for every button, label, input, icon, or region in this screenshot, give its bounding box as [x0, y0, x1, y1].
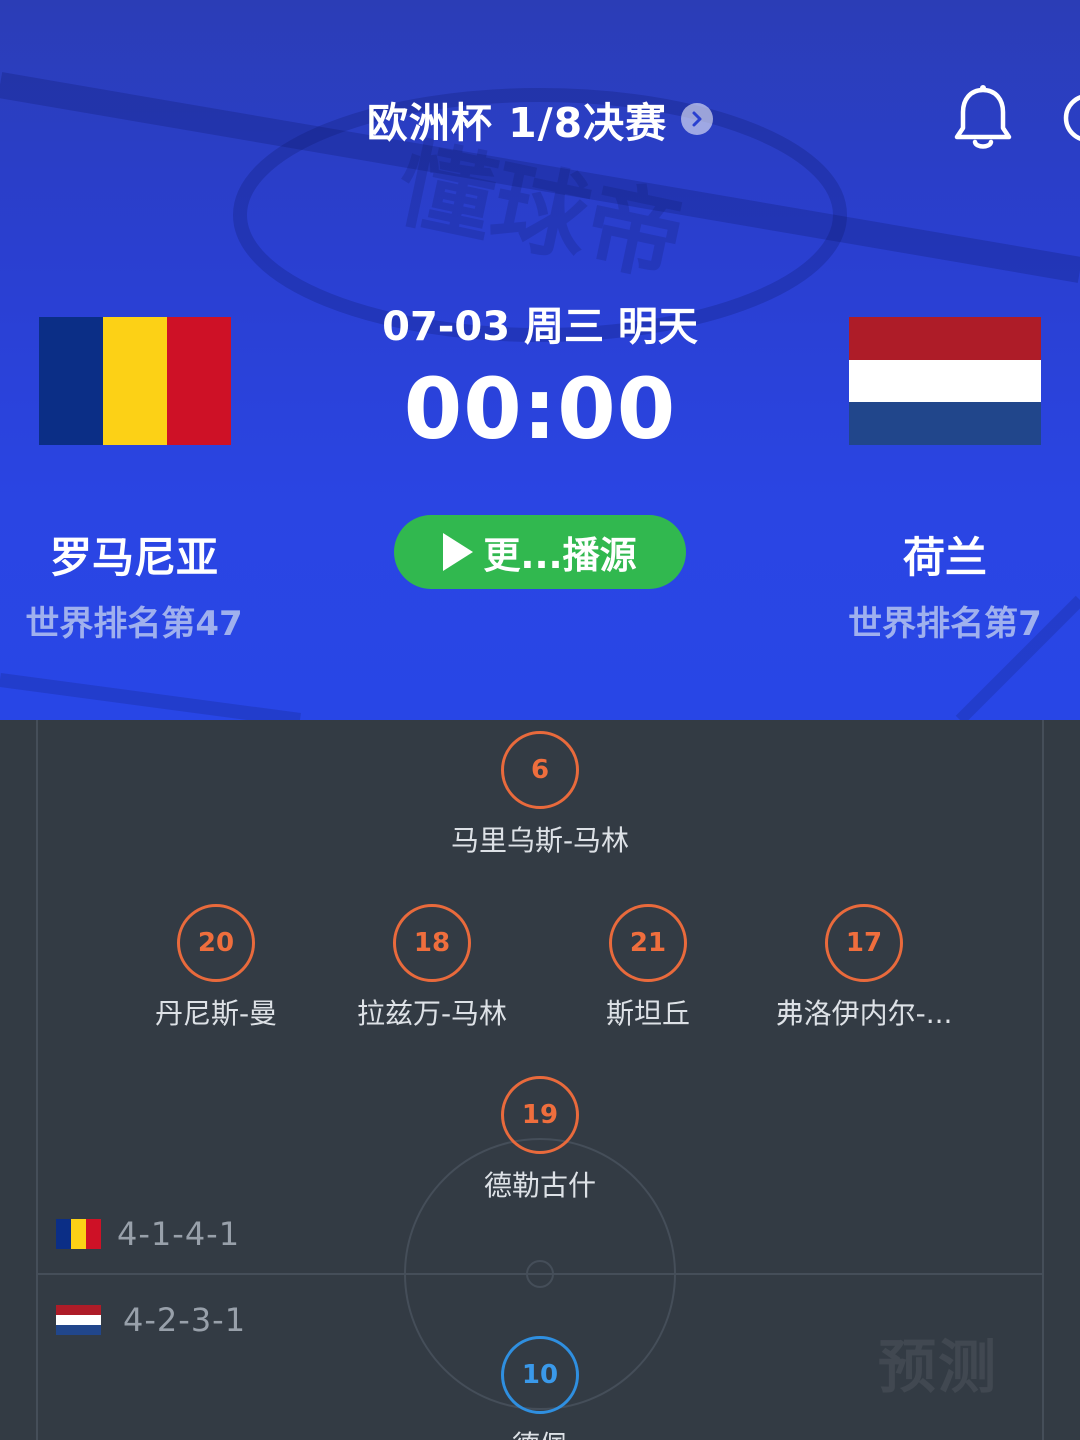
flag-stripe [849, 359, 1041, 403]
home-team-name[interactable]: 罗马尼亚 [4, 524, 264, 585]
flag-stripe [86, 1219, 101, 1249]
player-name: 德勒古什 [483, 1169, 596, 1202]
home-formation-label: 4-1-4-1 [117, 1215, 241, 1253]
bell-icon[interactable] [952, 84, 1014, 154]
lineup-pitch: 6 马里乌斯-马林 20 丹尼斯-曼 18 拉兹万-马林 21 斯坦丘 17 弗… [0, 720, 1080, 1440]
player-number-badge[interactable]: 20 [177, 904, 255, 982]
away-team-flag[interactable] [849, 317, 1041, 445]
chevron-right-icon[interactable] [681, 103, 714, 135]
flag-stripe [849, 402, 1041, 445]
more-icon[interactable] [1062, 92, 1080, 144]
flag-stripe [167, 317, 231, 445]
flag-stripe [71, 1219, 86, 1249]
competition-title-row[interactable]: 欧洲杯 1/8决赛 [0, 89, 1080, 149]
away-mini-flag [56, 1305, 101, 1335]
competition-title[interactable]: 欧洲杯 1/8决赛 [367, 89, 667, 149]
player-card[interactable]: 6 马里乌斯-马林 [410, 731, 670, 859]
player-card[interactable]: 10 德佩 [410, 1336, 670, 1440]
player-number-badge[interactable]: 6 [501, 731, 579, 809]
match-detail-page: 懂球帝 欧洲杯 1/8决赛 07-03 周三 明天 00:00 罗马尼亚 世界排… [0, 0, 1080, 1440]
player-number-badge[interactable]: 10 [501, 1336, 579, 1414]
play-icon [443, 533, 474, 571]
player-number-badge[interactable]: 19 [501, 1076, 579, 1154]
player-number-badge[interactable]: 18 [393, 904, 471, 982]
home-mini-flag [56, 1219, 101, 1249]
prediction-watermark: 预测 [878, 1333, 999, 1401]
away-formation: 4-2-3-1 [56, 1301, 246, 1339]
flag-stripe [56, 1219, 71, 1249]
flag-stripe [56, 1315, 101, 1325]
flag-stripe [39, 317, 103, 445]
player-name: 德佩 [410, 1424, 670, 1440]
home-team-flag[interactable] [39, 317, 231, 445]
brand-watermark: 懂球帝 [388, 127, 693, 296]
flag-stripe [56, 1325, 101, 1335]
player-name: 马里乌斯-马林 [450, 824, 630, 857]
flag-stripe [849, 317, 1041, 360]
flag-stripe [103, 317, 167, 445]
player-card[interactable]: 17 弗洛伊内尔-... [734, 904, 994, 1032]
flag-stripe [56, 1305, 101, 1315]
player-card[interactable]: 19 德勒古什 [410, 1076, 670, 1204]
stream-source-label: 更...播源 [483, 534, 637, 577]
home-team-rank: 世界排名第47 [25, 604, 243, 644]
player-number-badge[interactable]: 21 [609, 904, 687, 982]
stream-source-button[interactable]: 更...播源 [394, 515, 686, 589]
player-number-badge[interactable]: 17 [825, 904, 903, 982]
home-formation: 4-1-4-1 [56, 1215, 240, 1253]
match-header: 懂球帝 欧洲杯 1/8决赛 07-03 周三 明天 00:00 罗马尼亚 世界排… [0, 0, 1080, 720]
away-formation-label: 4-2-3-1 [123, 1301, 247, 1339]
player-name: 弗洛伊内尔-... [775, 997, 953, 1030]
away-team-rank: 世界排名第7 [848, 604, 1042, 644]
away-team-name[interactable]: 荷兰 [815, 524, 1075, 585]
